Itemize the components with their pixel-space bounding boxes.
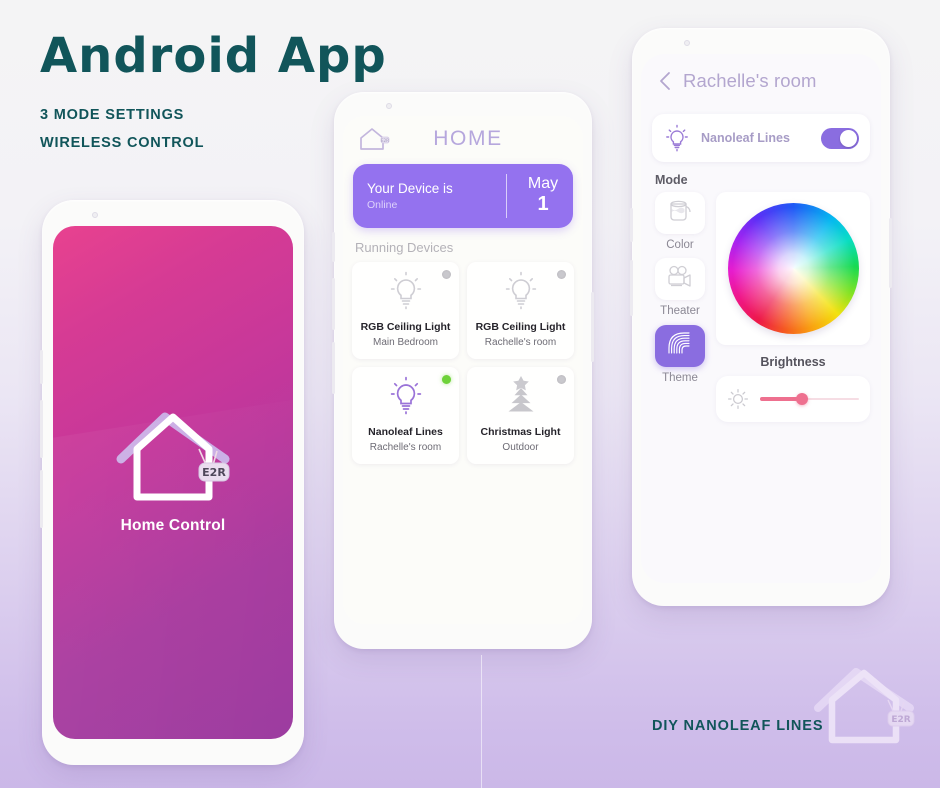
device-card-christmas-light[interactable]: Christmas Light Outdoor — [467, 367, 574, 464]
mode-label: Color — [666, 239, 694, 251]
status-badge: Online — [367, 198, 398, 211]
control-screen: Rachelle's room Nanoleaf Lines Mode Colo… — [641, 54, 881, 583]
status-headline: Your Device is — [367, 180, 453, 196]
mode-list: Color Theater Theme — [652, 192, 708, 422]
status-divider — [505, 174, 507, 218]
phone-side-button — [332, 232, 335, 262]
device-card-rgb-ceiling-light-rachelles-room[interactable]: RGB Ceiling Light Rachelle's room — [467, 262, 574, 359]
device-card-rgb-ceiling-light-main-bedroom[interactable]: RGB Ceiling Light Main Bedroom — [352, 262, 459, 359]
brightness-label: Brightness — [760, 355, 826, 369]
phone-volume-up-button — [332, 278, 335, 330]
poster-divider — [481, 655, 482, 788]
brightness-control[interactable] — [716, 376, 870, 422]
device-name: Nanoleaf Lines — [701, 131, 790, 145]
device-name: RGB Ceiling Light — [360, 321, 451, 334]
power-toggle[interactable] — [821, 127, 859, 149]
splash-screen: E2R Home Control — [53, 226, 293, 739]
phone-side-button — [40, 350, 43, 384]
phone-control-mockup: Rachelle's room Nanoleaf Lines Mode Colo… — [630, 28, 892, 606]
phone-splash-mockup: E2R Home Control — [40, 200, 304, 765]
mode-button-theme[interactable] — [655, 324, 705, 367]
mode-item-theater[interactable]: Theater — [652, 258, 708, 320]
status-date: May 1 — [519, 175, 567, 216]
device-name: Christmas Light — [480, 426, 561, 439]
mode-item-theme[interactable]: Theme — [652, 324, 708, 387]
house-logo-icon: E2R — [113, 401, 233, 505]
home-header: E2R HOME — [343, 116, 583, 162]
mode-label: Theme — [662, 371, 698, 384]
status-dot-icon — [557, 375, 566, 384]
app-name-label: Home Control — [120, 517, 226, 534]
phone-home-mockup: E2R HOME Your Device is Online May 1 Run… — [332, 92, 594, 649]
house-logo-icon: E2R — [812, 660, 920, 746]
sun-icon — [727, 388, 749, 410]
phone-volume-down-button — [630, 260, 633, 316]
phone-power-button — [591, 292, 594, 362]
device-toggle-row[interactable]: Nanoleaf Lines — [652, 114, 870, 162]
status-dot-icon — [442, 270, 451, 279]
phone-volume-down-button — [332, 342, 335, 394]
svg-text:E2R: E2R — [381, 138, 389, 143]
device-name: RGB Ceiling Light — [475, 321, 566, 334]
page-title: Android App — [40, 28, 387, 84]
phone-volume-up-button — [40, 400, 43, 458]
device-status-card[interactable]: Your Device is Online May 1 — [353, 164, 573, 228]
device-room: Outdoor — [502, 442, 539, 453]
front-camera-icon — [386, 103, 392, 109]
brightness-slider[interactable] — [760, 392, 859, 406]
home-screen: E2R HOME Your Device is Online May 1 Run… — [343, 116, 583, 624]
svg-text:E2R: E2R — [202, 466, 226, 479]
color-wheel-picker[interactable] — [727, 203, 859, 334]
mode-button-color[interactable] — [655, 192, 705, 234]
device-name: Nanoleaf Lines — [368, 426, 443, 439]
status-day: 1 — [537, 192, 549, 215]
house-icon[interactable]: E2R — [357, 125, 391, 153]
movie-camera-icon — [666, 264, 694, 295]
control-header: Rachelle's room — [641, 54, 881, 108]
home-title: HOME — [433, 127, 503, 150]
mode-label: Theater — [660, 305, 700, 318]
mode-section-label: Mode — [655, 173, 688, 187]
phone-power-button — [889, 218, 892, 288]
paint-bucket-icon — [667, 197, 693, 230]
bulb-icon — [663, 123, 691, 153]
room-title: Rachelle's room — [683, 70, 817, 91]
mode-button-theater[interactable] — [655, 258, 705, 301]
slider-thumb[interactable] — [795, 393, 808, 405]
chevron-left-icon[interactable] — [657, 70, 673, 92]
status-month: May — [527, 175, 559, 193]
svg-text:E2R: E2R — [891, 715, 910, 725]
status-dot-icon — [557, 270, 566, 279]
front-camera-icon — [684, 40, 690, 46]
phone-volume-up-button — [630, 208, 633, 242]
footer-caption: DIY NANOLEAF LINES — [652, 718, 824, 734]
device-grid: RGB Ceiling Light Main Bedroom RGB Ceili… — [343, 262, 583, 464]
section-title-running-devices: Running Devices — [355, 240, 454, 255]
nanoleaf-lines-icon — [666, 329, 694, 362]
color-picker-card[interactable] — [716, 192, 870, 345]
device-room: Main Bedroom — [372, 337, 439, 348]
device-room: Rachelle's room — [484, 337, 557, 348]
device-card-nanoleaf-lines[interactable]: Nanoleaf Lines Rachelle's room — [352, 367, 459, 464]
device-room: Rachelle's room — [369, 442, 442, 453]
mode-item-color[interactable]: Color — [652, 192, 708, 254]
phone-volume-down-button — [40, 470, 43, 528]
status-dot-icon — [442, 375, 451, 384]
front-camera-icon — [92, 212, 98, 218]
